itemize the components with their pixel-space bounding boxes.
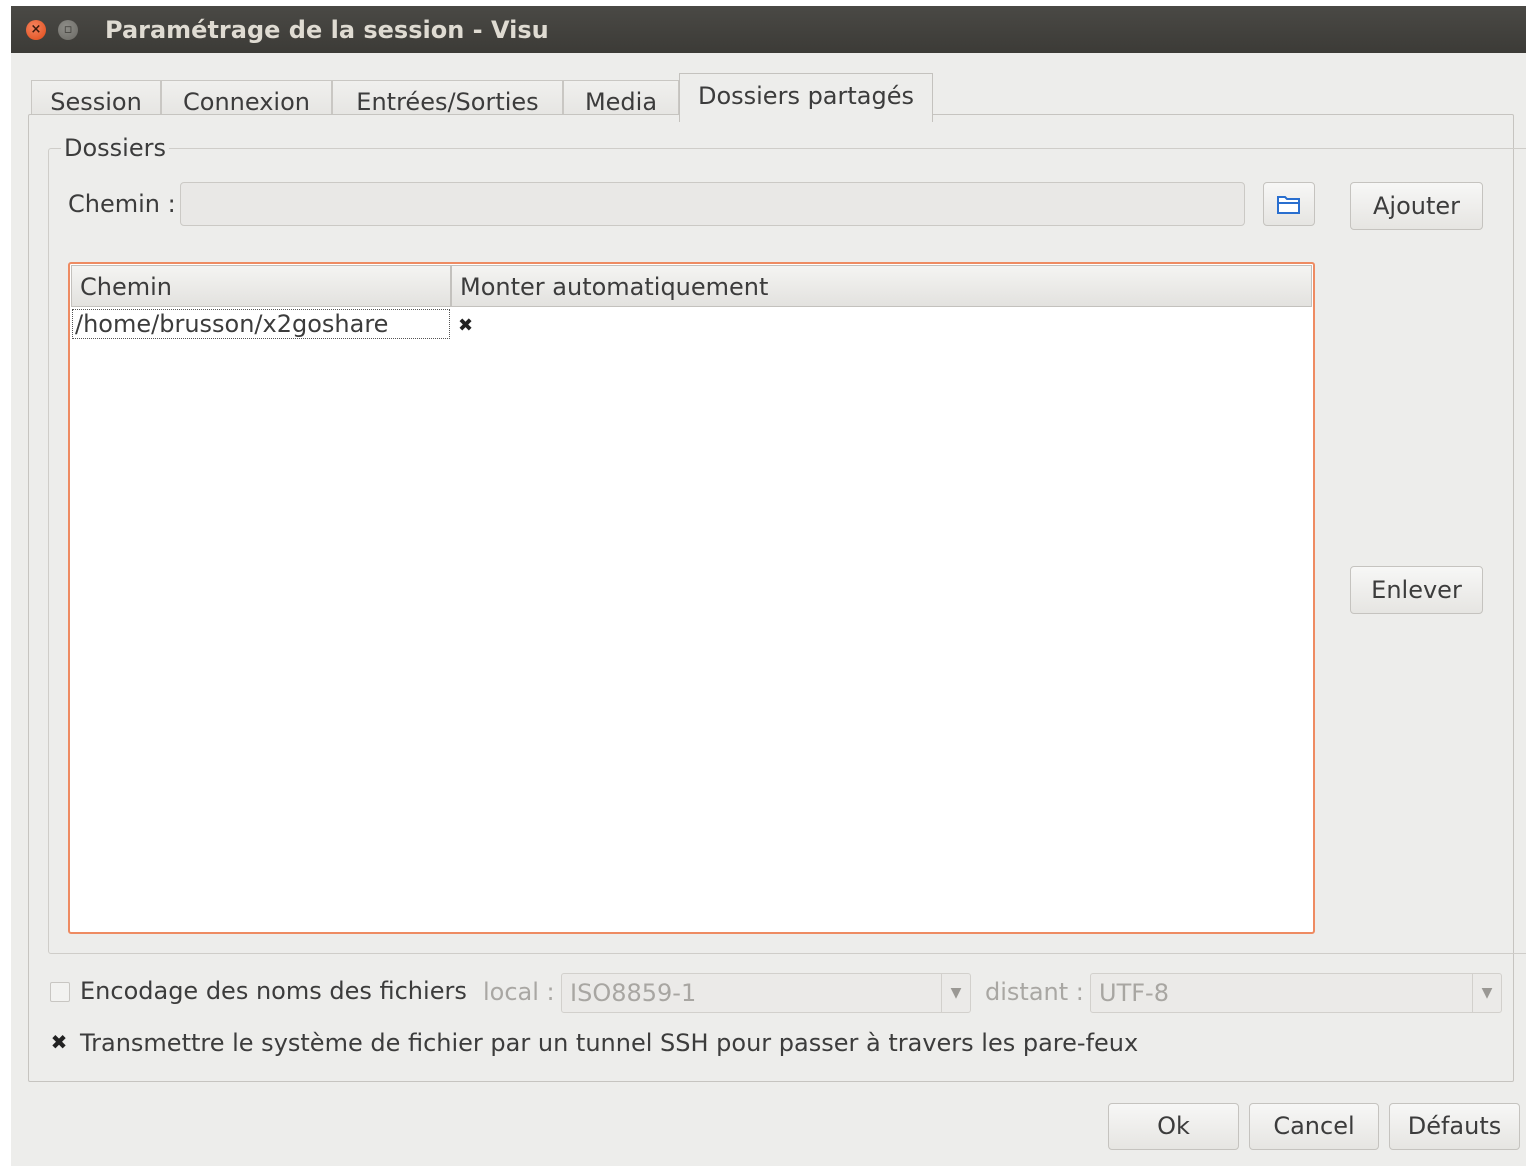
encoding-checkbox[interactable] — [50, 982, 70, 1002]
remote-encoding-select[interactable]: UTF-8 ▼ — [1090, 973, 1502, 1013]
folders-group-title: Dossiers — [61, 134, 169, 162]
ok-button[interactable]: Ok — [1108, 1103, 1239, 1150]
column-header-automount[interactable]: Monter automatiquement — [451, 265, 1312, 307]
close-window-button[interactable]: × — [26, 20, 46, 40]
ssh-tunnel-checkbox[interactable]: ✖ — [49, 1032, 69, 1053]
close-icon: × — [30, 22, 42, 37]
session-settings-dialog: × ▫ Paramétrage de la session - Visu Ses… — [11, 6, 1526, 1166]
remove-button[interactable]: Enlever — [1350, 566, 1483, 614]
table-row-path-cell[interactable]: /home/brusson/x2goshare — [72, 309, 450, 339]
remote-encoding-value: UTF-8 — [1099, 979, 1169, 1007]
minimize-icon: ▫ — [63, 22, 73, 37]
chevron-down-icon: ▼ — [941, 974, 970, 1012]
ssh-tunnel-label: Transmettre le système de fichier par un… — [80, 1029, 1139, 1057]
title-bar: × ▫ Paramétrage de la session - Visu — [11, 6, 1526, 53]
add-button[interactable]: Ajouter — [1350, 182, 1483, 230]
minimize-window-button[interactable]: ▫ — [58, 20, 78, 40]
path-label: Chemin : — [68, 190, 176, 218]
browse-folder-button[interactable] — [1263, 182, 1315, 226]
local-encoding-select[interactable]: ISO8859-1 ▼ — [561, 973, 971, 1013]
tab-dossiers-partages[interactable]: Dossiers partagés — [679, 73, 933, 122]
column-header-path[interactable]: Chemin — [71, 265, 451, 307]
remote-encoding-label: distant : — [985, 978, 1084, 1006]
shared-folders-table[interactable]: Chemin Monter automatiquement /home/brus… — [68, 262, 1315, 934]
local-encoding-value: ISO8859-1 — [570, 979, 697, 1007]
chevron-down-icon: ▼ — [1472, 974, 1501, 1012]
folder-open-icon — [1277, 196, 1300, 214]
encoding-checkbox-label: Encodage des noms des fichiers — [80, 977, 467, 1005]
local-encoding-label: local : — [483, 978, 555, 1006]
path-input[interactable] — [180, 182, 1245, 226]
defaults-button[interactable]: Défauts — [1389, 1103, 1520, 1150]
cancel-button[interactable]: Cancel — [1249, 1103, 1379, 1150]
automount-checkbox[interactable]: ✖ — [458, 312, 473, 340]
window-title: Paramétrage de la session - Visu — [105, 16, 549, 44]
